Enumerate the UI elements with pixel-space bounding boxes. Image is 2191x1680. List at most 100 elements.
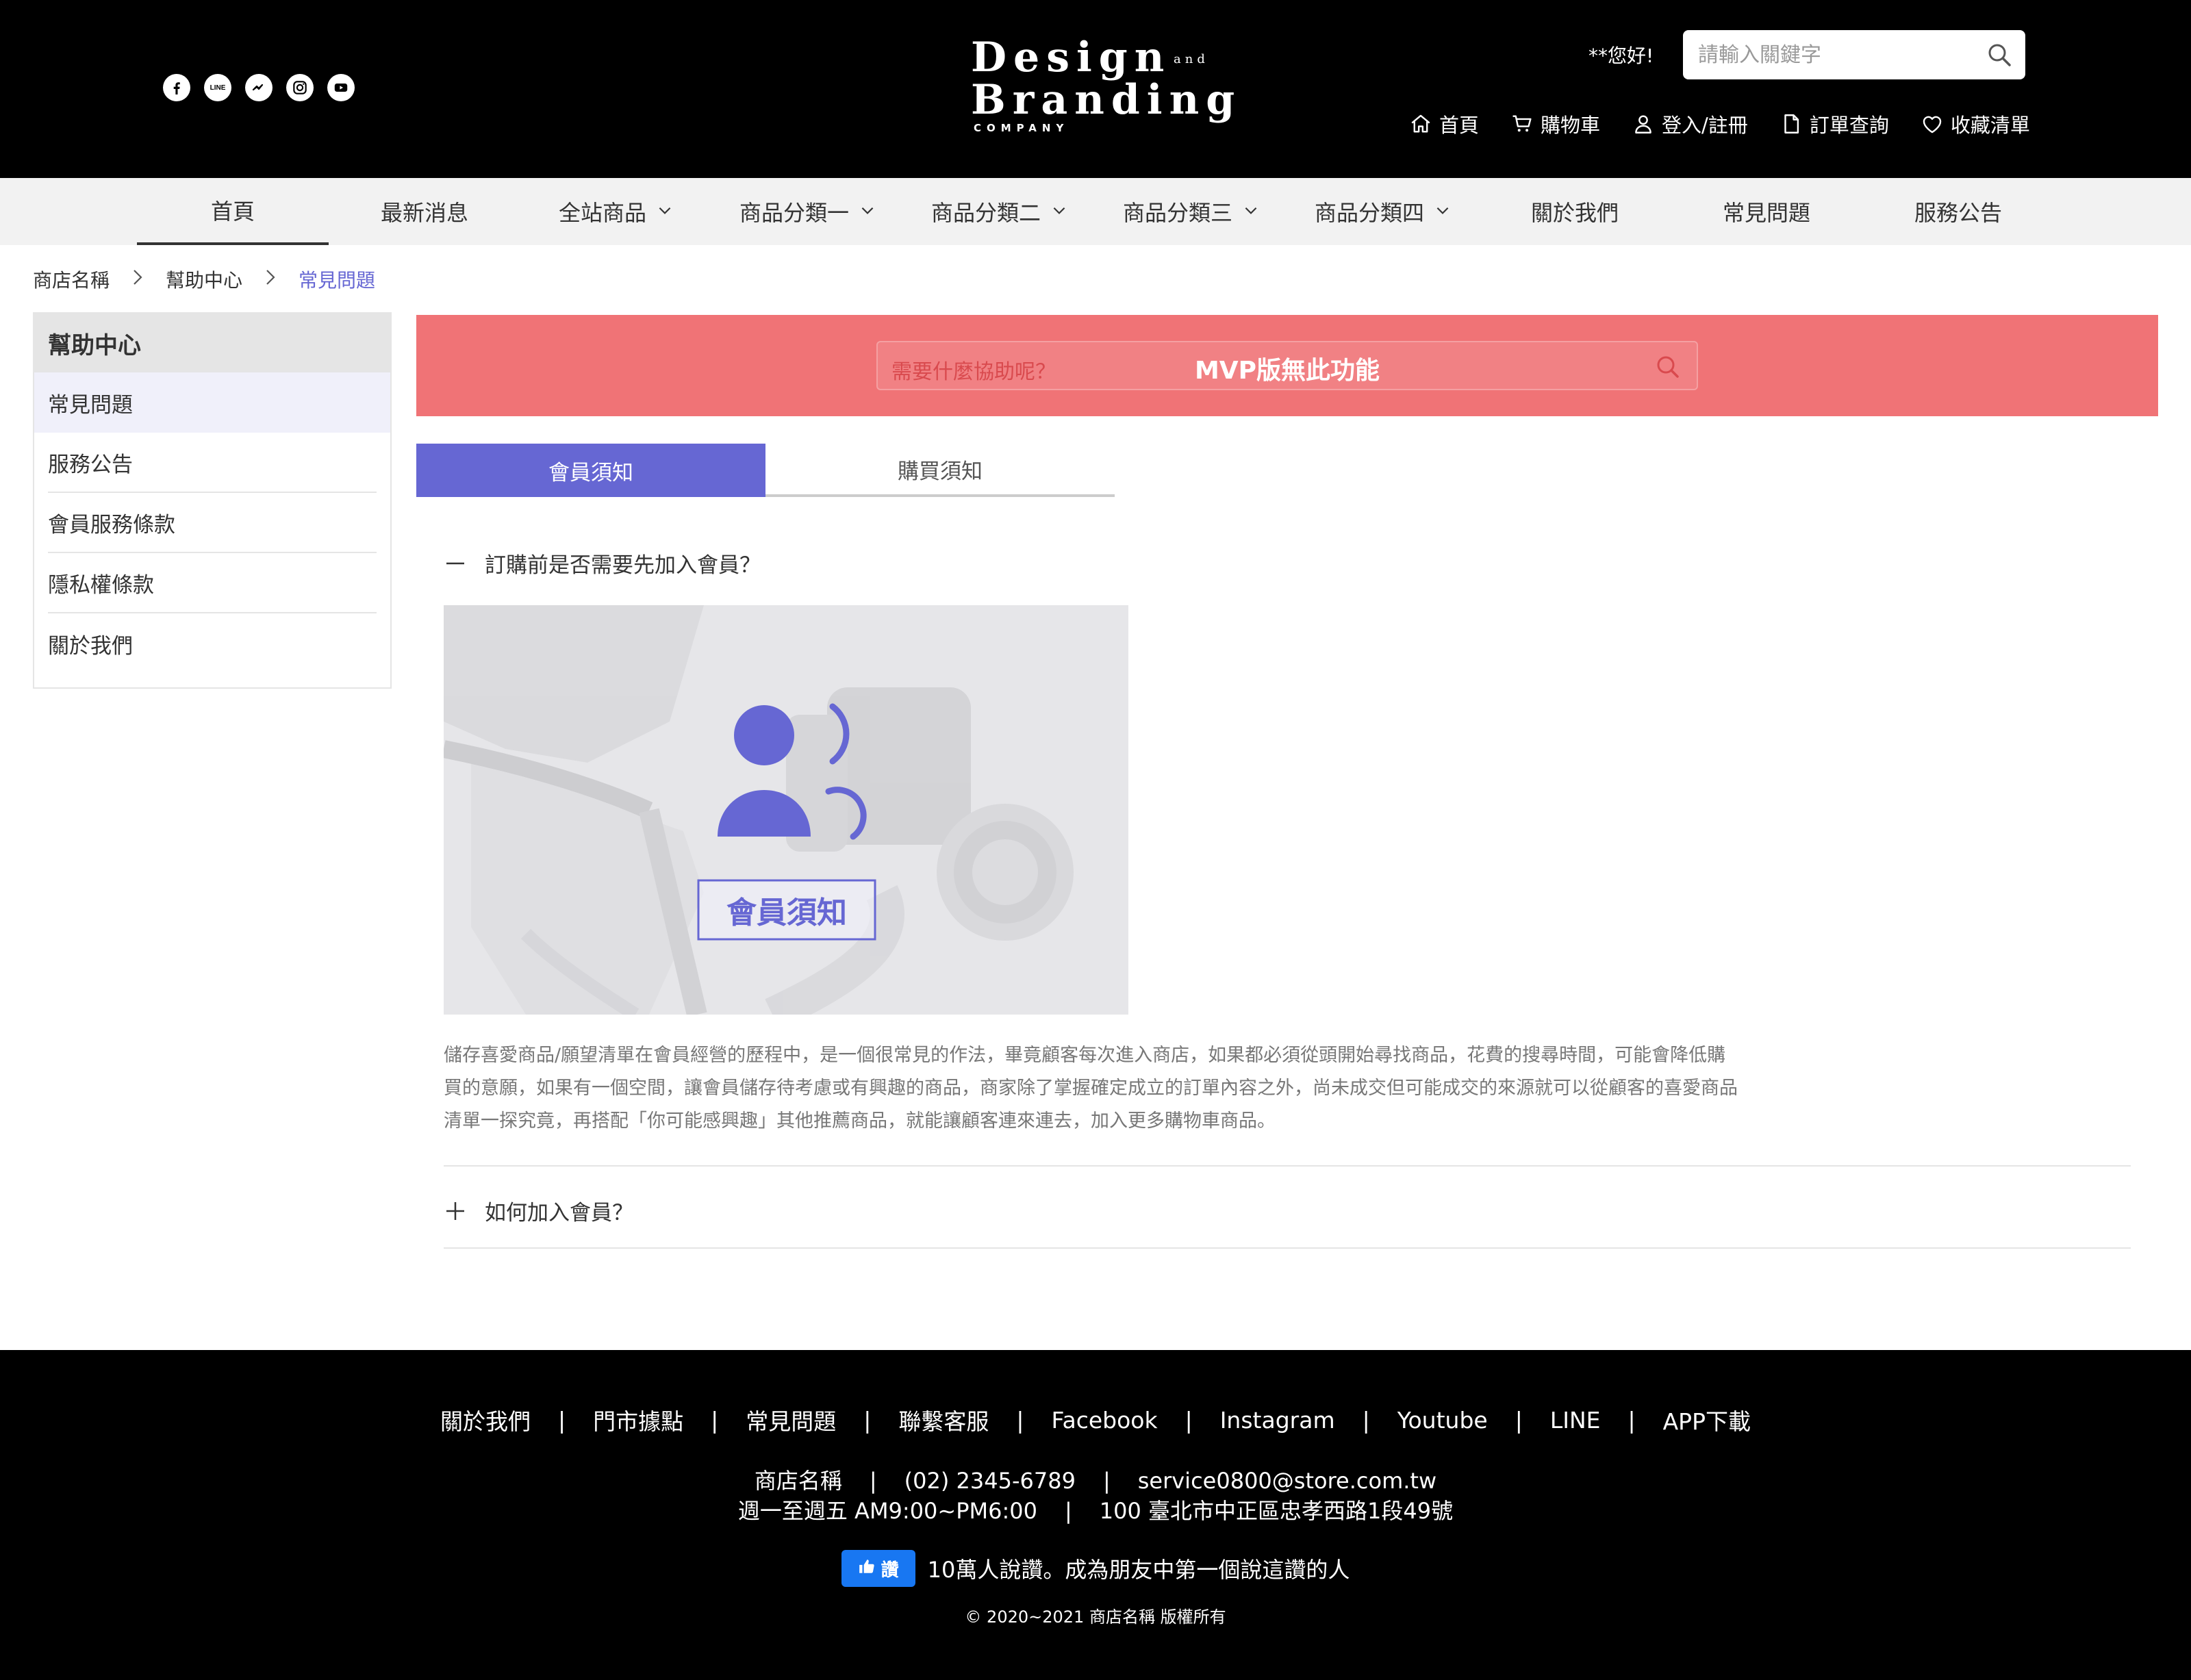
tab-purchase-info[interactable]: 購買須知 bbox=[765, 444, 1115, 497]
sidebar-item-about[interactable]: 關於我們 bbox=[48, 613, 377, 674]
search-input[interactable] bbox=[1683, 30, 1977, 79]
footer-link-app[interactable]: APP下載 bbox=[1663, 1403, 1751, 1436]
breadcrumb-store[interactable]: 商店名稱 bbox=[33, 266, 110, 293]
facebook-like-label: 讚 bbox=[881, 1560, 899, 1581]
sidebar-item-member-terms[interactable]: 會員服務條款 bbox=[48, 493, 377, 553]
copyright: © 2020~2021 商店名稱 版權所有 bbox=[965, 1607, 1226, 1627]
facebook-like-count: 10萬人說讚。成為朋友中第一個說這讚的人 bbox=[927, 1557, 1350, 1583]
nav-category-4-label: 商品分類四 bbox=[1314, 200, 1424, 226]
nav-category-1[interactable]: 商品分類一 bbox=[712, 178, 904, 245]
facebook-icon[interactable] bbox=[163, 74, 190, 101]
social-links: LINE bbox=[163, 74, 355, 101]
member-info-image: 會員須知 bbox=[444, 605, 1128, 1015]
topnav-login[interactable]: 登入/註冊 bbox=[1632, 110, 1748, 138]
nav-faq[interactable]: 常見問題 bbox=[1671, 178, 1862, 245]
faq-divider bbox=[444, 1165, 2131, 1167]
nav-category-4[interactable]: 商品分類四 bbox=[1287, 178, 1479, 245]
footer-separator: | bbox=[1065, 1498, 1072, 1524]
footer-separator: | bbox=[558, 1406, 566, 1434]
document-icon bbox=[1780, 112, 1803, 136]
breadcrumb-help-center[interactable]: 幫助中心 bbox=[166, 266, 242, 293]
sidebar-item-privacy[interactable]: 隱私權條款 bbox=[48, 553, 377, 613]
chevron-down-icon bbox=[656, 199, 674, 225]
facebook-like-button[interactable]: 讚 bbox=[841, 1550, 915, 1587]
footer-link-line[interactable]: LINE bbox=[1550, 1407, 1601, 1434]
minus-icon bbox=[444, 552, 485, 575]
footer-separator: | bbox=[1185, 1406, 1193, 1434]
main-navigation: 首頁 最新消息 全站商品 商品分類一 商品分類二 商品分類三 商品分類四 關於我… bbox=[0, 178, 2191, 245]
footer-separator: | bbox=[1016, 1406, 1024, 1434]
facebook-like-widget: 讚 10萬人說讚。成為朋友中第一個說這讚的人 bbox=[0, 1550, 2191, 1587]
faq-answer-1-line-1: 儲存喜愛商品/願望清單在會員經營的歷程中，是一個很常見的作法，畢竟顧客每次進入商… bbox=[444, 1045, 1726, 1066]
tab-member-info[interactable]: 會員須知 bbox=[416, 444, 765, 497]
nav-home[interactable]: 首頁 bbox=[137, 178, 329, 245]
nav-about[interactable]: 關於我們 bbox=[1479, 178, 1671, 245]
mvp-notice: MVP版無此功能 bbox=[1194, 357, 1380, 385]
topnav-wishlist-label: 收藏清單 bbox=[1950, 114, 2030, 137]
footer-store-name: 商店名稱 bbox=[754, 1468, 842, 1494]
sidebar-title: 幫助中心 bbox=[34, 314, 390, 372]
instagram-icon[interactable] bbox=[286, 74, 314, 101]
footer-link-instagram[interactable]: Instagram bbox=[1220, 1407, 1335, 1434]
messenger-icon[interactable] bbox=[245, 74, 273, 101]
nav-news-label: 最新消息 bbox=[380, 200, 468, 226]
footer-separator: | bbox=[1102, 1468, 1111, 1494]
logo-word-company: COMPANY bbox=[974, 122, 1069, 134]
sidebar-item-faq[interactable]: 常見問題 bbox=[34, 372, 390, 433]
nav-all-products[interactable]: 全站商品 bbox=[520, 178, 712, 245]
faq-divider bbox=[444, 1247, 2131, 1249]
logo-word-branding: Branding bbox=[971, 76, 1242, 124]
chevron-down-icon bbox=[1434, 199, 1452, 225]
faq-answer-1-line-2: 買的意願，如果有一個空間，讓會員儲存待考慮或有興趣的商品，商家除了掌握確定成立的… bbox=[444, 1078, 1738, 1099]
sidebar-item-announcements[interactable]: 服務公告 bbox=[48, 433, 377, 493]
chevron-right-icon bbox=[130, 267, 145, 292]
nav-news[interactable]: 最新消息 bbox=[329, 178, 520, 245]
nav-category-1-label: 商品分類一 bbox=[739, 200, 849, 226]
plus-icon bbox=[444, 1199, 485, 1223]
greeting-text: **您好! bbox=[1588, 44, 1654, 67]
topnav-orders[interactable]: 訂單查詢 bbox=[1780, 110, 1889, 138]
faq-question-2[interactable]: 如何加入會員？ bbox=[444, 1195, 633, 1226]
footer-separator: | bbox=[1628, 1406, 1636, 1434]
topnav-home[interactable]: 首頁 bbox=[1409, 110, 1479, 138]
line-icon-label: LINE bbox=[210, 84, 226, 92]
nav-home-label: 首頁 bbox=[210, 199, 255, 225]
chevron-down-icon bbox=[1242, 199, 1260, 225]
faq-question-1[interactable]: 訂購前是否需要先加入會員？ bbox=[444, 548, 761, 578]
nav-category-3[interactable]: 商品分類三 bbox=[1096, 178, 1287, 245]
breadcrumb-faq[interactable]: 常見問題 bbox=[299, 266, 375, 293]
footer-link-faq[interactable]: 常見問題 bbox=[746, 1403, 836, 1436]
footer-separator: | bbox=[1362, 1406, 1370, 1434]
youtube-icon[interactable] bbox=[327, 74, 355, 101]
brand-logo[interactable]: Design and Branding COMPANY bbox=[971, 36, 1234, 138]
site-footer: 關於我們 | 門市據點 | 常見問題 | 聯繫客服 | Facebook | I… bbox=[0, 1350, 2191, 1680]
topnav-home-label: 首頁 bbox=[1439, 114, 1480, 137]
faq-question-1-text: 訂購前是否需要先加入會員？ bbox=[485, 553, 761, 578]
chevron-down-icon bbox=[859, 199, 876, 225]
footer-hours-address: 週一至週五 AM9:00~PM6:00 | 100 臺北市中正區忠孝西路1段49號 bbox=[0, 1494, 2191, 1525]
member-info-image-caption: 會員須知 bbox=[726, 895, 847, 930]
logo-word-and: and bbox=[1174, 52, 1209, 66]
footer-link-stores[interactable]: 門市據點 bbox=[593, 1403, 683, 1436]
topnav-login-label: 登入/註冊 bbox=[1662, 114, 1748, 137]
nav-category-2[interactable]: 商品分類二 bbox=[904, 178, 1096, 245]
footer-email[interactable]: service0800@store.com.tw bbox=[1138, 1468, 1436, 1494]
nav-announcements-label: 服務公告 bbox=[1914, 200, 2002, 226]
line-icon[interactable]: LINE bbox=[204, 74, 231, 101]
nav-category-3-label: 商品分類三 bbox=[1122, 200, 1232, 226]
footer-link-youtube[interactable]: Youtube bbox=[1397, 1407, 1488, 1434]
chevron-down-icon bbox=[1050, 199, 1068, 225]
nav-category-2-label: 商品分類二 bbox=[930, 200, 1041, 226]
footer-link-facebook[interactable]: Facebook bbox=[1052, 1407, 1158, 1434]
footer-separator: | bbox=[1515, 1406, 1523, 1434]
nav-announcements[interactable]: 服務公告 bbox=[1862, 178, 2054, 245]
footer-links: 關於我們 | 門市據點 | 常見問題 | 聯繫客服 | Facebook | I… bbox=[0, 1403, 2191, 1436]
footer-separator: | bbox=[869, 1468, 877, 1494]
footer-link-about[interactable]: 關於我們 bbox=[440, 1403, 531, 1436]
topnav-wishlist[interactable]: 收藏清單 bbox=[1921, 110, 2030, 138]
cart-icon bbox=[1510, 112, 1534, 136]
nav-faq-label: 常見問題 bbox=[1722, 200, 1810, 226]
footer-link-contact[interactable]: 聯繫客服 bbox=[898, 1403, 989, 1436]
search-icon[interactable] bbox=[1986, 41, 2013, 68]
topnav-cart[interactable]: 購物車 bbox=[1510, 110, 1600, 138]
